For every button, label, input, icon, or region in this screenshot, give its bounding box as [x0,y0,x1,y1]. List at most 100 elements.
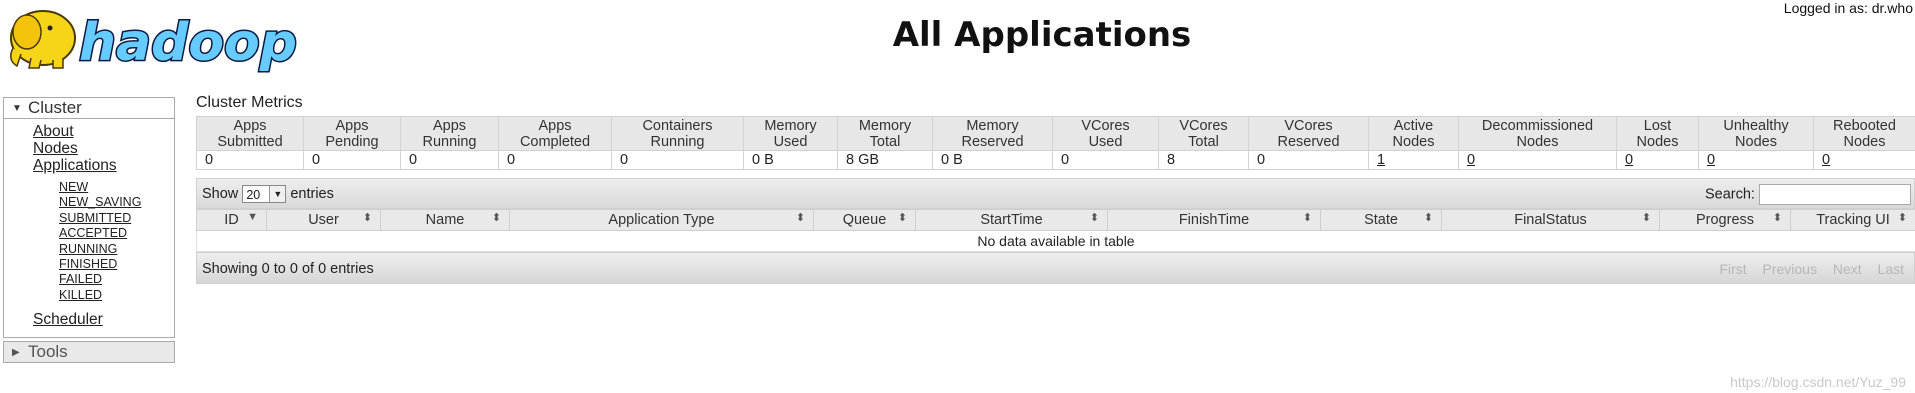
metrics-header-line: VCores [1179,117,1228,134]
sort-icon: ⬍ [1089,212,1099,224]
table-row: No data available in table [196,230,1915,252]
column-header-label: ID [224,212,239,228]
sort-icon: ⬍ [1423,212,1433,224]
metrics-value-row: 000000 B8 GB 0 B08010000 [196,150,1915,170]
sort-icon: ⬍ [1772,212,1782,224]
node-count-link[interactable]: 0 [1625,152,1633,168]
pager-previous-button[interactable]: Previous [1762,261,1816,277]
metrics-header-line: Pending [325,133,379,150]
page-size-select[interactable]: 20 ▼ [242,185,287,203]
metrics-value-cell: 0 [1458,150,1617,170]
metrics-header-line: Memory [858,117,912,134]
entries-label: entries [290,185,334,202]
metrics-header-line: VCores [1081,117,1130,134]
cluster-section-header[interactable]: ▼ Cluster [3,97,175,119]
metrics-header-cell: Decommissioned Nodes [1458,116,1617,151]
metrics-header-line: Nodes [1392,133,1435,150]
triangle-down-icon: ▼ [12,103,22,114]
sort-icon: ⬍ [1302,212,1312,224]
column-header[interactable]: StartTime ⬍ [915,209,1108,231]
metrics-header-cell: Apps Completed [498,116,612,151]
search-label: Search: [1704,186,1755,203]
metrics-header-line: VCores [1284,117,1333,134]
metrics-header-line: Nodes [1843,133,1886,150]
metrics-header-line: Used [773,133,808,150]
nav-link-nodes[interactable]: Nodes [33,140,174,157]
tools-section-header[interactable]: ▶ Tools [3,341,175,363]
column-header[interactable]: FinalStatus ⬍ [1441,209,1660,231]
nav-link-scheduler[interactable]: Scheduler [33,311,174,328]
node-count-link[interactable]: 0 [1822,152,1830,168]
metrics-value-cell: 0 [196,150,304,170]
nav-link-about[interactable]: About [33,123,174,140]
metrics-value-cell: 0 [1248,150,1369,170]
sidebar: ▼ Cluster About Nodes Applications NEW NE… [3,97,175,363]
metrics-header-line: Used [1088,133,1123,150]
metrics-header-line: Running [650,133,705,150]
sort-icon: ⬍ [491,212,501,224]
applications-table: ID ▼ User ⬍ Name ⬍ Application Type ⬍ Queue ⬍ Star… [196,209,1915,252]
node-count-link[interactable]: 0 [1467,152,1475,168]
metrics-header-line: Completed [519,133,591,150]
metrics-header-cell: Apps Pending [303,116,401,151]
metrics-header-line: Containers [642,117,713,134]
column-header-label: FinishTime [1178,212,1250,228]
metrics-value-cell: 0 [303,150,401,170]
node-count-link[interactable]: 1 [1377,152,1385,168]
column-header[interactable]: Name ⬍ [380,209,510,231]
metrics-header-cell: Lost Nodes [1616,116,1699,151]
column-header[interactable]: Progress ⬍ [1659,209,1791,231]
metrics-header-cell: Memory Total [837,116,933,151]
cluster-metrics-title: Cluster Metrics [196,94,303,111]
column-header[interactable]: Tracking UI ⬍ [1790,209,1915,231]
pager-next-button[interactable]: Next [1833,261,1862,277]
sort-desc-icon: ▼ [247,211,258,223]
metrics-header-line: Decommissioned [1481,117,1594,134]
column-header[interactable]: Application Type ⬍ [509,209,814,231]
metrics-header-line: Reserved [1277,133,1340,150]
sort-icon: ⬍ [795,212,805,224]
cluster-metrics-table: Apps Submitted Apps Pending Apps Running Apps C… [196,116,1915,170]
nav-state-killed[interactable]: KILLED [59,288,174,303]
nav-link-applications[interactable]: Applications [33,157,174,174]
column-header[interactable]: ID ▼ [196,209,267,231]
nav-state-new-saving[interactable]: NEW_SAVING [59,195,174,210]
metrics-header-line: Nodes [1636,133,1679,150]
metrics-header-cell: VCores Reserved [1248,116,1369,151]
metrics-header-cell: Memory Used [743,116,838,151]
metrics-header-cell: Unhealthy Nodes [1698,116,1814,151]
metrics-header-line: Running [422,133,477,150]
metrics-header-line: Memory [966,117,1019,134]
table-info: Showing 0 to 0 of 0 entries [202,261,374,277]
nav-state-failed[interactable]: FAILED [59,272,174,287]
nav-state-new[interactable]: NEW [59,180,174,195]
column-header-label: Queue [842,212,887,228]
pager-last-button[interactable]: Last [1878,261,1904,277]
metrics-header-line: Total [869,133,901,150]
main-content: Cluster Metrics Apps Submitted Apps Pending… [196,94,1915,284]
metrics-value-cell: 0 [1698,150,1814,170]
metrics-value-cell: 0 B [932,150,1053,170]
nav-state-accepted[interactable]: ACCEPTED [59,226,174,241]
search-control: Search: [1705,184,1911,205]
column-header-label: Progress [1695,212,1755,228]
metrics-value-cell: 0 [1616,150,1699,170]
column-header-label: State [1364,212,1398,228]
search-input[interactable] [1759,184,1911,205]
sort-icon: ⬍ [897,212,907,224]
column-header[interactable]: User ⬍ [266,209,381,231]
column-header[interactable]: State ⬍ [1320,209,1442,231]
nav-state-finished[interactable]: FINISHED [59,257,174,272]
metrics-header-line: Submitted [217,133,283,150]
empty-table-message: No data available in table [196,230,1915,252]
node-count-link[interactable]: 0 [1707,152,1715,168]
nav-state-running[interactable]: RUNNING [59,242,174,257]
metrics-header-line: Apps [538,117,572,134]
pager-first-button[interactable]: First [1719,261,1746,277]
metrics-header-line: Apps [335,117,369,134]
column-header[interactable]: FinishTime ⬍ [1107,209,1321,231]
column-header-label: User [308,212,339,228]
column-header[interactable]: Queue ⬍ [813,209,916,231]
nav-state-submitted[interactable]: SUBMITTED [59,211,174,226]
chevron-down-icon: ▼ [269,186,286,202]
